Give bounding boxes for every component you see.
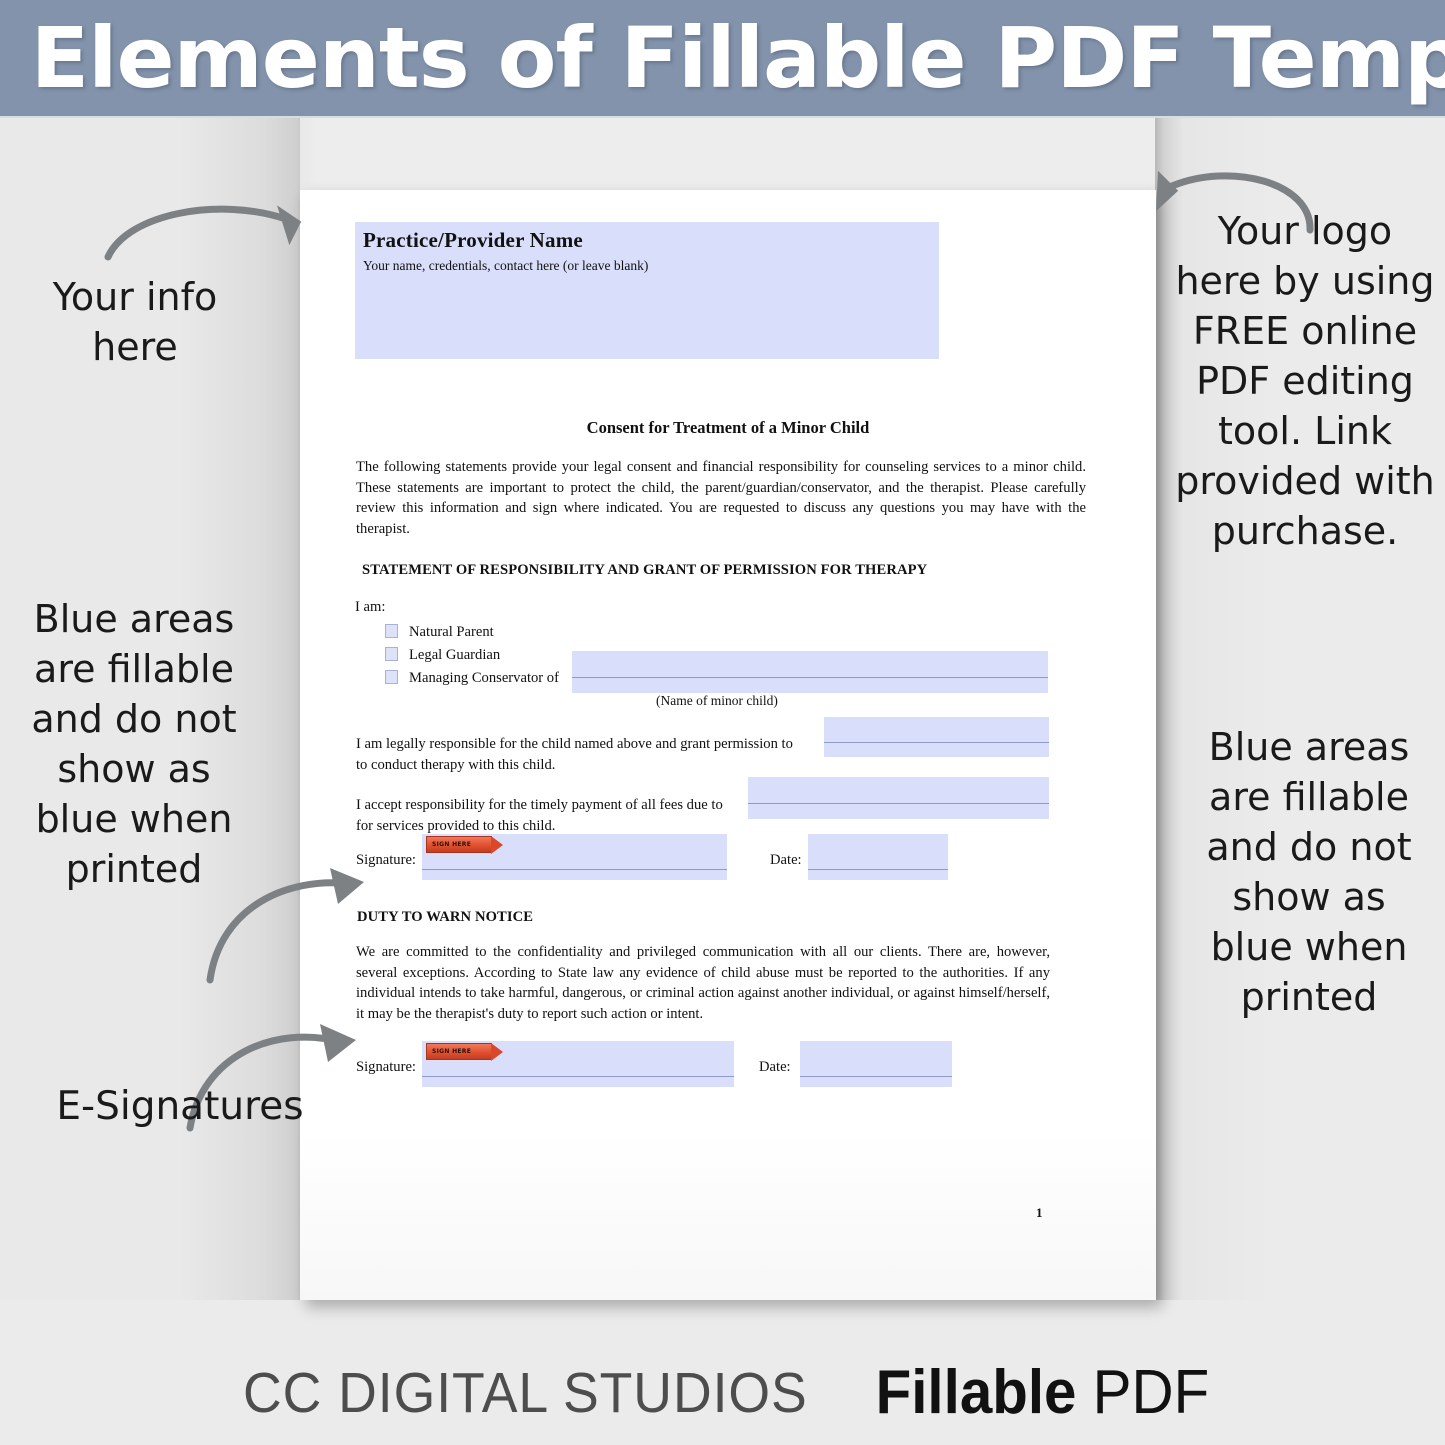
intro-paragraph: The following statements provide your le… bbox=[356, 459, 1086, 537]
arrow-to-provider-info bbox=[104, 205, 302, 261]
fees-payee-underline bbox=[748, 803, 1049, 804]
provider-title: Practice/Provider Name bbox=[363, 228, 583, 252]
footer-tagline-rest: PDF bbox=[1076, 1358, 1210, 1427]
annotation-blue-areas-left: Blue areas are fillable and do not show as b… bbox=[31, 597, 237, 891]
annotation-blue-areas-right: Blue areas are fillable and do not show as b… bbox=[1206, 725, 1412, 1019]
fees-line2: for services provided to this child. bbox=[356, 817, 556, 834]
footer-bar: CC DIGITAL STUDIOS Fillable PDF bbox=[0, 1340, 1445, 1445]
poster-root: Elements of Fillable PDF Template Practi… bbox=[0, 0, 1445, 1445]
signature-underline-2 bbox=[422, 1076, 734, 1077]
checkbox-label-managing-conservator: Managing Conservator of bbox=[409, 670, 559, 686]
checkbox-label-natural-parent: Natural Parent bbox=[409, 624, 494, 640]
footer-brand: CC DIGITAL STUDIOS bbox=[242, 1360, 808, 1425]
footer-tagline: Fillable PDF bbox=[876, 1357, 1210, 1428]
sign-here-arrow-icon-1 bbox=[491, 836, 503, 854]
i-am-label: I am: bbox=[355, 599, 386, 615]
checkbox-row-legal-guardian[interactable]: Legal Guardian bbox=[385, 647, 500, 664]
checkbox-row-managing-conservator[interactable]: Managing Conservator of bbox=[385, 670, 559, 687]
fees-paragraph: I accept responsibility for the timely p… bbox=[356, 795, 786, 836]
annotation-e-signatures: E-Signatures bbox=[56, 1084, 304, 1129]
date-underline-1 bbox=[808, 869, 948, 870]
minor-child-name-field[interactable] bbox=[572, 651, 1048, 693]
minor-child-caption: (Name of minor child) bbox=[656, 693, 778, 708]
checkbox-row-natural-parent[interactable]: Natural Parent bbox=[385, 624, 494, 641]
date-underline-2 bbox=[800, 1076, 952, 1077]
document-heading: Consent for Treatment of a Minor Child bbox=[586, 418, 870, 437]
signature-underline-1 bbox=[422, 869, 727, 870]
duty-to-warn-paragraph: We are committed to the confidentiality … bbox=[356, 944, 1050, 1022]
title-banner: Elements of Fillable PDF Template bbox=[0, 0, 1445, 118]
therapist-permission-field[interactable] bbox=[824, 717, 1049, 757]
section-heading-duty-to-warn: DUTY TO WARN NOTICE bbox=[357, 909, 534, 925]
annotation-your-info: Your info here bbox=[52, 275, 218, 369]
section-heading-responsibility: STATEMENT OF RESPONSIBILITY AND GRANT OF… bbox=[362, 562, 928, 578]
legal-responsible-line2: to conduct therapy with this child. bbox=[356, 756, 556, 773]
page-title: Elements of Fillable PDF Template bbox=[30, 9, 1445, 107]
legal-responsible-paragraph: I am legally responsible for the child n… bbox=[356, 734, 846, 775]
page-number: 1 bbox=[1036, 1205, 1043, 1220]
date-field-1[interactable] bbox=[808, 834, 948, 880]
date-label-2: Date: bbox=[759, 1059, 791, 1075]
checkbox-label-legal-guardian: Legal Guardian bbox=[409, 647, 501, 663]
signature-label-1: Signature: bbox=[356, 852, 416, 868]
therapist-permission-underline bbox=[824, 742, 1049, 743]
minor-child-name-underline bbox=[572, 677, 1048, 678]
footer-tagline-bold: Fillable bbox=[876, 1358, 1077, 1427]
checkbox-managing-conservator[interactable] bbox=[385, 670, 398, 684]
fees-line1: I accept responsibility for the timely p… bbox=[356, 797, 723, 813]
sign-here-tag-label-1: SIGN HERE bbox=[432, 841, 472, 848]
sign-here-tag-1[interactable]: SIGN HERE bbox=[426, 836, 503, 854]
date-field-2[interactable] bbox=[800, 1041, 952, 1087]
pdf-document-preview: Practice/Provider Name Your name, creden… bbox=[300, 190, 1156, 1300]
provider-subtitle: Your name, credentials, contact here (or… bbox=[363, 258, 649, 273]
legal-responsible-line1: I am legally responsible for the child n… bbox=[356, 736, 793, 752]
annotation-your-logo: Your logo here by using FREE online PDF edi… bbox=[1175, 209, 1435, 553]
sign-here-tag-2[interactable]: SIGN HERE bbox=[426, 1043, 503, 1061]
date-label-1: Date: bbox=[770, 852, 802, 868]
sign-here-tag-label-2: SIGN HERE bbox=[432, 1048, 472, 1055]
checkbox-natural-parent[interactable] bbox=[385, 624, 398, 638]
sign-here-arrow-icon-2 bbox=[491, 1043, 503, 1061]
checkbox-legal-guardian[interactable] bbox=[385, 647, 398, 661]
fees-payee-field[interactable] bbox=[748, 777, 1049, 819]
